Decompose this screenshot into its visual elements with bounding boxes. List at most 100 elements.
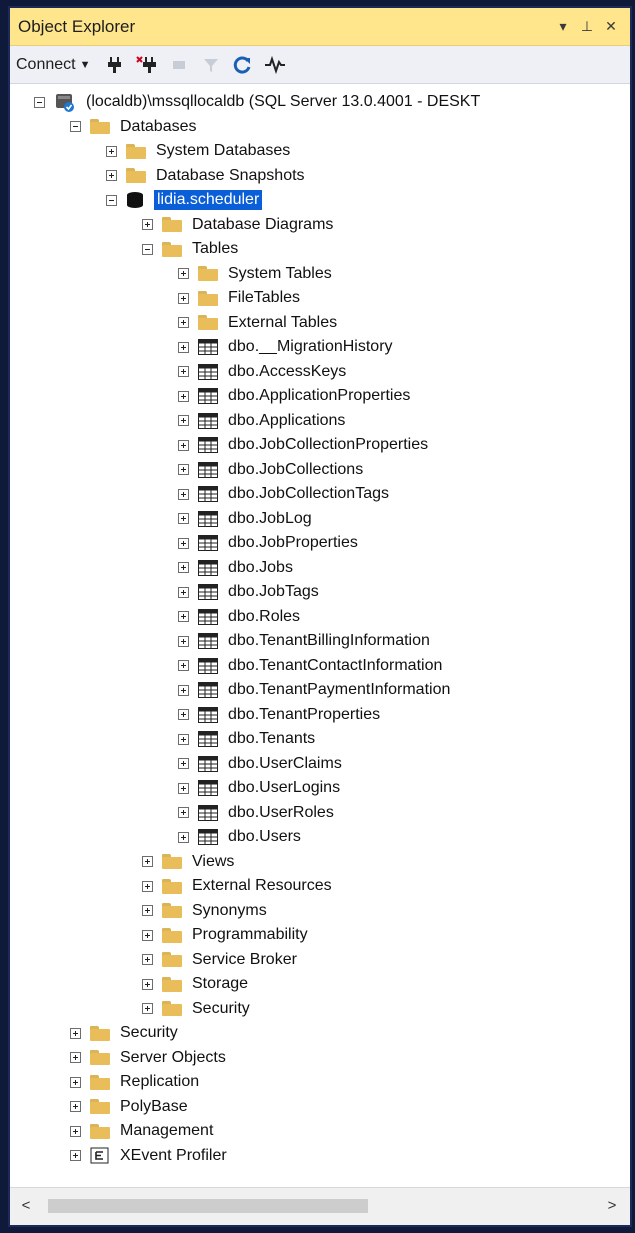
expand-icon[interactable] xyxy=(178,586,189,598)
tree-node-label[interactable]: System Databases xyxy=(156,142,290,160)
tree-node-label[interactable]: dbo.JobCollectionProperties xyxy=(228,436,428,454)
tree-node-label[interactable]: dbo.JobTags xyxy=(228,583,319,601)
tree-node[interactable]: System Tables xyxy=(178,262,332,286)
expand-icon[interactable] xyxy=(178,537,189,549)
tree-node[interactable]: (localdb)\mssqllocaldb (SQL Server 13.0.… xyxy=(34,90,480,114)
tree-node-label[interactable]: Database Snapshots xyxy=(156,167,305,185)
expand-icon[interactable] xyxy=(178,660,189,671)
tree-node[interactable]: dbo.Jobs xyxy=(178,556,293,580)
tree-node[interactable]: Views xyxy=(142,850,234,874)
tree-node-label[interactable]: Database Diagrams xyxy=(192,216,333,234)
connect-button[interactable]: Connect ▼ xyxy=(16,56,90,74)
tree-node[interactable]: System Databases xyxy=(106,139,290,163)
scroll-left-arrow-icon[interactable]: < xyxy=(16,1197,36,1214)
tree-node[interactable]: Management xyxy=(70,1119,213,1143)
tree-node-label[interactable]: Tables xyxy=(192,240,238,258)
expand-icon[interactable] xyxy=(70,1076,81,1088)
tree-node[interactable]: dbo.JobProperties xyxy=(178,531,358,555)
activity-monitor-icon[interactable] xyxy=(262,52,288,78)
horizontal-scrollbar[interactable]: < > xyxy=(10,1187,630,1225)
tree-node[interactable]: Security xyxy=(142,997,250,1021)
tree-node-label[interactable]: dbo.ApplicationProperties xyxy=(228,387,410,405)
filter-icon[interactable] xyxy=(198,52,224,78)
tree-node[interactable]: dbo.JobCollectionTags xyxy=(178,482,389,506)
expand-icon[interactable] xyxy=(178,807,189,818)
tree-node[interactable]: PolyBase xyxy=(70,1095,188,1119)
tree-node[interactable]: Databases xyxy=(70,115,197,139)
pin-icon[interactable]: ⊥ xyxy=(576,16,598,38)
expand-icon[interactable] xyxy=(178,782,189,794)
tree-node-label[interactable]: Management xyxy=(120,1122,213,1140)
tree-node[interactable]: dbo.JobCollectionProperties xyxy=(178,433,428,457)
tree-node[interactable]: dbo.UserLogins xyxy=(178,776,340,800)
expand-icon[interactable] xyxy=(106,170,117,181)
expand-icon[interactable] xyxy=(142,978,153,990)
tree-node-label[interactable]: dbo.Jobs xyxy=(228,559,293,577)
tree-node-label[interactable]: dbo.JobCollectionTags xyxy=(228,485,389,503)
expand-icon[interactable] xyxy=(178,464,189,475)
expand-icon[interactable] xyxy=(178,366,189,377)
tree-node-label[interactable]: dbo.JobProperties xyxy=(228,534,358,552)
expand-icon[interactable] xyxy=(70,1052,81,1063)
tree-node-label[interactable]: PolyBase xyxy=(120,1098,188,1116)
tree-node-label[interactable]: FileTables xyxy=(228,289,300,307)
expand-icon[interactable] xyxy=(178,317,189,328)
expand-icon[interactable] xyxy=(178,831,189,843)
tree-node-label[interactable]: Storage xyxy=(192,975,248,993)
tree-node[interactable]: Service Broker xyxy=(142,948,297,972)
window-position-dropdown-icon[interactable]: ▾ xyxy=(552,16,574,38)
tree-node[interactable]: FileTables xyxy=(178,286,300,310)
tree-node-label[interactable]: External Resources xyxy=(192,877,332,895)
tree-node-label[interactable]: External Tables xyxy=(228,314,337,332)
expand-icon[interactable] xyxy=(178,513,189,524)
tree-node[interactable]: Database Diagrams xyxy=(142,213,333,237)
expand-icon[interactable] xyxy=(178,758,189,769)
connect-plug-icon[interactable] xyxy=(102,52,128,78)
expand-icon[interactable] xyxy=(70,1125,81,1137)
tree-node-label[interactable]: dbo.JobLog xyxy=(228,510,312,528)
expand-icon[interactable] xyxy=(178,709,189,720)
tree-node-label[interactable]: System Tables xyxy=(228,265,332,283)
expand-icon[interactable] xyxy=(178,415,189,426)
tree-node[interactable]: Tables xyxy=(142,237,238,261)
expand-icon[interactable] xyxy=(178,562,189,573)
expand-icon[interactable] xyxy=(142,880,153,892)
tree-node-label[interactable]: Server Objects xyxy=(120,1049,226,1067)
tree-node[interactable]: Replication xyxy=(70,1070,199,1094)
disconnect-icon[interactable] xyxy=(134,52,160,78)
expand-icon[interactable] xyxy=(178,733,189,745)
tree-node-label[interactable]: dbo.TenantProperties xyxy=(228,706,380,724)
collapse-icon[interactable] xyxy=(142,243,153,255)
collapse-icon[interactable] xyxy=(70,121,81,132)
expand-icon[interactable] xyxy=(70,1027,81,1039)
expand-icon[interactable] xyxy=(178,341,189,353)
tree-node-label[interactable]: Replication xyxy=(120,1073,199,1091)
tree-node[interactable]: dbo.JobCollections xyxy=(178,458,363,482)
tree-node-label[interactable]: dbo.Users xyxy=(228,828,301,846)
tree-node[interactable]: dbo.Applications xyxy=(178,409,345,433)
tree-node-label[interactable]: dbo.JobCollections xyxy=(228,461,363,479)
tree-node[interactable]: dbo.JobLog xyxy=(178,507,312,531)
expand-icon[interactable] xyxy=(178,390,189,402)
expand-icon[interactable] xyxy=(178,611,189,622)
close-icon[interactable]: ✕ xyxy=(600,16,622,38)
expand-icon[interactable] xyxy=(178,439,189,451)
collapse-icon[interactable] xyxy=(106,194,117,206)
tree-node[interactable]: dbo.TenantProperties xyxy=(178,703,380,727)
tree-node[interactable]: dbo.AccessKeys xyxy=(178,360,346,384)
tree-node-label[interactable]: Databases xyxy=(120,118,197,136)
tree-node-label[interactable]: dbo.TenantPaymentInformation xyxy=(228,681,450,699)
tree-node-label[interactable]: dbo.TenantBillingInformation xyxy=(228,632,430,650)
tree-node[interactable]: Server Objects xyxy=(70,1046,226,1070)
tree-node[interactable]: dbo.UserClaims xyxy=(178,752,342,776)
tree-node[interactable]: dbo.TenantBillingInformation xyxy=(178,629,430,653)
expand-icon[interactable] xyxy=(178,292,189,304)
tree-node-label[interactable]: dbo.Tenants xyxy=(228,730,315,748)
expand-icon[interactable] xyxy=(142,219,153,230)
tree-node-label[interactable]: Security xyxy=(120,1024,178,1042)
expand-icon[interactable] xyxy=(142,929,153,941)
tree-node-label[interactable]: Security xyxy=(192,1000,250,1018)
expand-icon[interactable] xyxy=(142,954,153,965)
tree-node-label[interactable]: dbo.UserClaims xyxy=(228,755,342,773)
tree-node[interactable]: dbo.TenantPaymentInformation xyxy=(178,678,450,702)
